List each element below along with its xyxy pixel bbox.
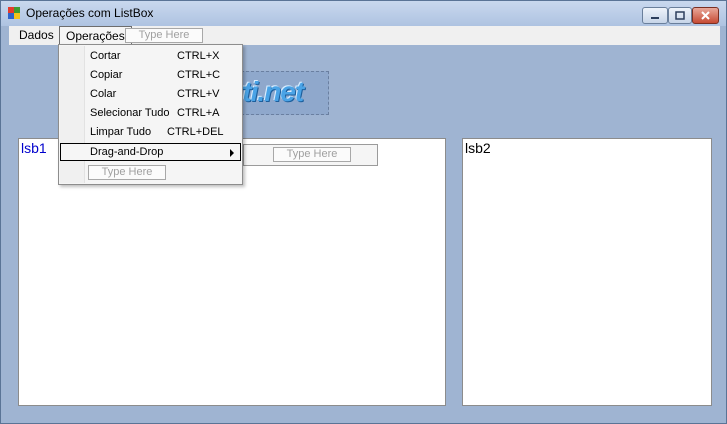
menubar-type-here[interactable]: Type Here — [125, 28, 203, 43]
menu-item-limpar-tudo[interactable]: Limpar Tudo CTRL+DEL — [60, 123, 241, 141]
menu-item-label: Colar — [90, 88, 117, 100]
menu-item-shortcut: CTRL+A — [177, 107, 220, 119]
listbox-label: lsb2 — [465, 140, 491, 156]
minimize-icon — [643, 8, 667, 23]
menu-item-colar[interactable]: Colar CTRL+V — [60, 85, 241, 103]
menu-operacoes[interactable]: Operações — [59, 26, 132, 45]
logo-text: tti.net — [234, 76, 304, 107]
app-window: Operações com ListBox Dados Operações Ty… — [0, 0, 727, 424]
close-button[interactable] — [692, 7, 719, 24]
menu-item-label: Limpar Tudo — [90, 126, 152, 138]
menu-dados[interactable]: Dados — [13, 27, 60, 44]
submenu-type-here[interactable]: Type Here — [273, 147, 351, 162]
menu-item-shortcut: CTRL+V — [177, 88, 220, 100]
menu-item-shortcut: CTRL+C — [177, 69, 221, 81]
menu-item-selecionar-tudo[interactable]: Selecionar Tudo CTRL+A — [60, 104, 241, 122]
dropdown-type-here[interactable]: Type Here — [88, 165, 166, 180]
menu-item-label: Drag-and-Drop — [90, 146, 164, 158]
maximize-icon — [669, 8, 691, 23]
menu-item-shortcut: CTRL+DEL — [167, 126, 224, 138]
submenu-panel: Type Here — [243, 144, 378, 166]
menu-item-label: Selecionar Tudo — [90, 107, 170, 119]
submenu-arrow-icon — [230, 149, 234, 157]
listbox-lsb2[interactable]: lsb2 — [462, 138, 712, 406]
app-icon — [8, 7, 20, 19]
operacoes-dropdown: Cortar CTRL+X Copiar CTRL+C Colar CTRL+V… — [58, 44, 243, 185]
menu-item-cortar[interactable]: Cortar CTRL+X — [60, 47, 241, 65]
menu-item-drag-and-drop[interactable]: Drag-and-Drop — [60, 143, 241, 161]
menu-bar: Dados Operações Type Here — [9, 26, 720, 45]
logo-picture: tti.net — [231, 71, 329, 115]
minimize-button[interactable] — [642, 7, 668, 24]
menu-item-shortcut: CTRL+X — [177, 50, 220, 62]
window-title: Operações com ListBox — [26, 6, 154, 20]
menu-item-copiar[interactable]: Copiar CTRL+C — [60, 66, 241, 84]
menu-item-label: Cortar — [90, 50, 121, 62]
listbox-label: lsb1 — [21, 140, 47, 156]
close-icon — [693, 8, 718, 23]
maximize-button[interactable] — [668, 7, 692, 24]
menu-item-label: Copiar — [90, 69, 123, 81]
title-bar[interactable]: Operações com ListBox — [1, 1, 726, 26]
